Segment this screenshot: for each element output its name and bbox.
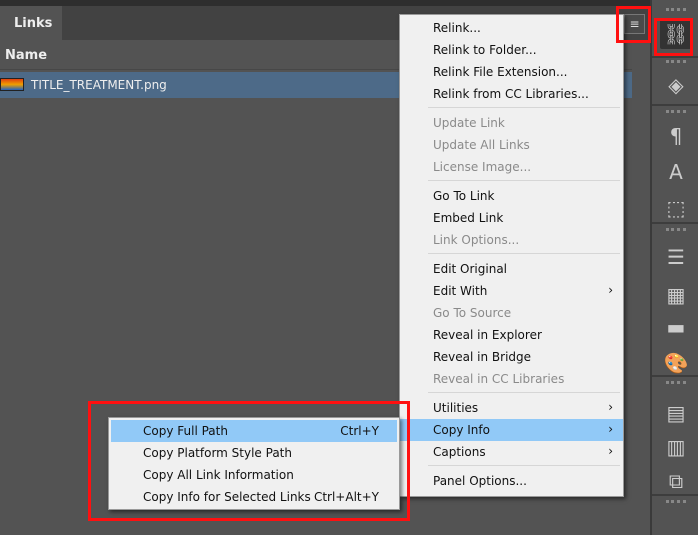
- dock-grip[interactable]: [666, 8, 686, 11]
- dock-grip[interactable]: [666, 110, 686, 113]
- dock-divider: [652, 104, 698, 106]
- dock-grip[interactable]: [666, 381, 686, 384]
- menu-item-label: Update Link: [433, 116, 505, 130]
- character-styles-icon[interactable]: A: [660, 157, 692, 187]
- annotation-box: [654, 18, 693, 56]
- table-icon[interactable]: ▤: [660, 398, 692, 428]
- menu-item: Link Options...: [400, 229, 623, 251]
- menu-item: Update All Links: [400, 134, 623, 156]
- swatches-grid-icon[interactable]: ▦: [660, 280, 692, 310]
- menu-item: Reveal in CC Libraries: [400, 368, 623, 390]
- menu-item[interactable]: Copy Info ›: [400, 419, 623, 441]
- menu-separator: [428, 392, 620, 393]
- color-palette-icon[interactable]: 🎨: [660, 348, 692, 378]
- menu-item-label: Update All Links: [433, 138, 530, 152]
- menu-item-label: License Image...: [433, 160, 532, 174]
- dock-grip[interactable]: [666, 500, 686, 503]
- chevron-right-icon: ›: [608, 422, 613, 436]
- menu-item: License Image...: [400, 156, 623, 178]
- chevron-right-icon: ›: [608, 283, 613, 297]
- menu-item-label: Relink...: [433, 21, 481, 35]
- menu-item-label: Reveal in Bridge: [433, 350, 532, 364]
- menu-item[interactable]: Relink...: [400, 17, 623, 39]
- menu-item-label: Copy Info: [433, 423, 490, 437]
- menu-item-label: Panel Options...: [433, 474, 527, 488]
- dock-divider: [652, 494, 698, 496]
- annotation-box: [88, 401, 410, 521]
- menu-item[interactable]: Panel Options...: [400, 470, 623, 492]
- dock-divider: [652, 56, 698, 58]
- menu-item-label: Go To Link: [433, 189, 495, 203]
- table-styles-icon[interactable]: ▥: [660, 432, 692, 462]
- cell-styles-icon[interactable]: ⧉: [660, 466, 692, 496]
- menu-item: Update Link: [400, 112, 623, 134]
- menu-item[interactable]: Utilities ›: [400, 397, 623, 419]
- menu-item-label: Edit With: [433, 284, 488, 298]
- menu-item[interactable]: Captions ›: [400, 441, 623, 463]
- menu-separator: [428, 180, 620, 181]
- chevron-right-icon: ›: [608, 444, 613, 458]
- menu-item: Go To Source: [400, 302, 623, 324]
- menu-item-label: Captions: [433, 445, 486, 459]
- menu-separator: [428, 107, 620, 108]
- menu-item-label: Edit Original: [433, 262, 508, 276]
- dock-grip[interactable]: [666, 60, 686, 63]
- menu-item-label: Relink to Folder...: [433, 43, 537, 57]
- menu-item[interactable]: Embed Link: [400, 207, 623, 229]
- menu-item[interactable]: Relink File Extension...: [400, 61, 623, 83]
- tab-links[interactable]: Links: [0, 6, 62, 40]
- menu-item[interactable]: Relink to Folder...: [400, 39, 623, 61]
- stroke-icon[interactable]: ☰: [660, 242, 692, 272]
- menu-item-label: Reveal in CC Libraries: [433, 372, 565, 386]
- gradient-icon[interactable]: ▬: [660, 312, 692, 342]
- menu-item[interactable]: Reveal in Bridge: [400, 346, 623, 368]
- menu-item-label: Relink from CC Libraries...: [433, 87, 589, 101]
- menu-item[interactable]: Edit With ›: [400, 280, 623, 302]
- image-thumbnail: [0, 78, 24, 91]
- menu-item-label: Relink File Extension...: [433, 65, 568, 79]
- right-dock: ⛓ ◈ ¶ A ⬚ ☰ ▦ ▬ 🎨 ▤ ▥ ⧉: [650, 0, 698, 535]
- layers-icon[interactable]: ◈: [660, 70, 692, 100]
- menu-item-label: Link Options...: [433, 233, 520, 247]
- dock-divider: [652, 375, 698, 377]
- menu-item-label: Utilities: [433, 401, 479, 415]
- menu-item[interactable]: Relink from CC Libraries...: [400, 83, 623, 105]
- panel-context-menu: Relink... Relink to Folder... Relink File …: [399, 14, 624, 497]
- chevron-right-icon: ›: [608, 400, 613, 414]
- menu-separator: [428, 465, 620, 466]
- menu-item-label: Go To Source: [433, 306, 512, 320]
- paragraph-styles-icon[interactable]: ¶: [660, 121, 692, 151]
- annotation-box: [616, 6, 651, 43]
- dock-divider: [652, 222, 698, 224]
- menu-item[interactable]: Edit Original: [400, 258, 623, 280]
- object-styles-icon[interactable]: ⬚: [660, 193, 692, 223]
- menu-separator: [428, 253, 620, 254]
- menu-item[interactable]: Go To Link: [400, 185, 623, 207]
- dock-grip[interactable]: [666, 228, 686, 231]
- menu-item-label: Embed Link: [433, 211, 504, 225]
- menu-item[interactable]: Reveal in Explorer: [400, 324, 623, 346]
- link-name: TITLE_TREATMENT.png: [31, 78, 167, 92]
- menu-item-label: Reveal in Explorer: [433, 328, 542, 342]
